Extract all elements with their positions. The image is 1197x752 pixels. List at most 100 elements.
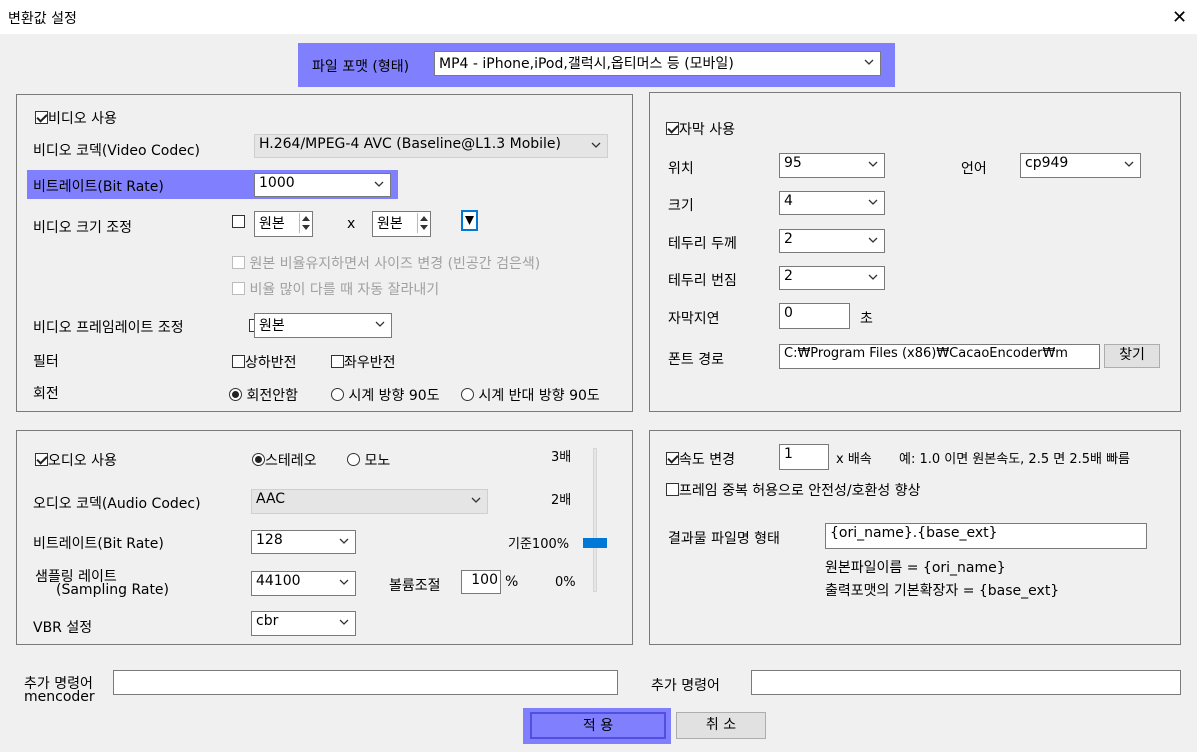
subtitle-delay-input[interactable]: 0 [779, 303, 850, 329]
vbr-value: cbr [256, 613, 279, 629]
video-codec-label: 비디오 코덱(Video Codec) [33, 143, 200, 159]
frame-dup-label: 프레임 중복 허용으로 안전성/호환성 향상 [679, 483, 921, 499]
checkbox-unchecked-icon [232, 355, 245, 368]
scale-100-label: 기준100% [508, 537, 570, 552]
frame-dup-checkbox[interactable]: 프레임 중복 허용으로 안전성/호환성 향상 [666, 480, 920, 500]
video-width-spinner[interactable]: 원본 [254, 211, 313, 237]
stereo-label: 스테레오 [265, 453, 317, 469]
chevron-down-icon [339, 579, 349, 585]
format-select[interactable]: MP4 - iPhone,iPod,갤럭시,옵티머스 등 (모바일) [434, 51, 881, 76]
mencoder-extra-input[interactable] [113, 670, 618, 695]
chevron-down-icon [868, 237, 878, 243]
volume-unit: % [505, 574, 519, 590]
keep-ratio-checkbox[interactable]: 원본 비율유지하면서 사이즈 변경 (빈공간 검은색) [232, 253, 540, 273]
video-codec-value: H.264/MPEG-4 AVC (Baseline@L1.3 Mobile) [259, 136, 561, 152]
audio-bitrate-label: 비트레이트(Bit Rate) [33, 536, 164, 552]
video-height-value: 원본 [377, 216, 403, 232]
subtitle-size-select[interactable]: 4 [779, 191, 885, 215]
sampling-select[interactable]: 44100 [251, 571, 356, 596]
close-icon[interactable]: ✕ [1162, 0, 1197, 34]
chevron-down-icon [339, 619, 349, 625]
speed-input[interactable]: 1 [779, 444, 829, 470]
scale-2x-label: 2배 [551, 493, 572, 508]
chevron-down-icon [471, 497, 481, 503]
audio-bitrate-select[interactable]: 128 [251, 530, 356, 554]
times-sign: x [347, 216, 356, 232]
cancel-button[interactable]: 취 소 [676, 712, 766, 739]
volume-slider-thumb[interactable] [583, 538, 607, 548]
spinner-arrows-icon[interactable] [299, 213, 311, 233]
subtitle-delay-unit: 초 [860, 311, 873, 327]
apply-button[interactable]: 적 용 [530, 712, 666, 739]
font-path-input[interactable]: C:₩Program Files (x86)₩CacaoEncoder₩m [779, 344, 1100, 369]
subtitle-use-checkbox[interactable]: 자막 사용 [666, 119, 735, 139]
video-use-label: 비디오 사용 [48, 111, 117, 127]
volume-input[interactable]: 100 [461, 570, 501, 594]
speed-use-checkbox[interactable]: 속도 변경 [666, 449, 735, 469]
subtitle-position-value: 95 [784, 155, 802, 171]
flip-vertical-checkbox[interactable]: 상하반전 [232, 352, 297, 372]
extra-cmd-input[interactable] [751, 670, 1181, 695]
auto-crop-label: 비율 많이 다를 때 자동 잘라내기 [249, 282, 440, 298]
browse-font-button[interactable]: 찾기 [1104, 344, 1160, 368]
subtitle-language-label: 언어 [961, 161, 987, 177]
subtitle-use-label: 자막 사용 [679, 122, 735, 138]
rotate-none-radio[interactable]: 회전안함 [229, 385, 298, 405]
audio-use-checkbox[interactable]: 오디오 사용 [35, 450, 117, 470]
vbr-label: VBR 설정 [33, 620, 93, 636]
framerate-value: 원본 [259, 318, 285, 334]
volume-label: 볼륨조절 [389, 578, 441, 594]
rotate-ccw-radio[interactable]: 시계 반대 방향 90도 [461, 385, 600, 405]
radio-selected-icon [229, 388, 242, 401]
subtitle-language-value: cp949 [1025, 155, 1069, 171]
scale-0-label: 0% [555, 575, 576, 590]
video-bitrate-label: 비트레이트(Bit Rate) [33, 179, 164, 195]
spinner-arrows-icon[interactable] [417, 213, 429, 233]
checkbox-checked-icon [666, 452, 679, 465]
window-title: 변환값 설정 [8, 11, 77, 27]
radio-unselected-icon [331, 388, 344, 401]
checkbox-checked-icon [666, 122, 679, 135]
framerate-select[interactable]: 원본 [254, 313, 392, 338]
checkbox-unchecked-icon [232, 256, 245, 269]
checkbox-unchecked-icon [232, 282, 245, 295]
video-bitrate-select[interactable]: 1000 [254, 173, 391, 197]
mono-radio[interactable]: 모노 [347, 450, 390, 470]
video-use-checkbox[interactable]: 비디오 사용 [35, 108, 117, 128]
radio-unselected-icon [347, 453, 360, 466]
output-name-label: 결과물 파일명 형태 [668, 531, 780, 547]
volume-slider-track[interactable] [593, 448, 597, 592]
scale-3x-label: 3배 [551, 450, 572, 465]
subtitle-position-label: 위치 [668, 161, 694, 177]
sampling-label-2: (Sampling Rate) [56, 582, 170, 598]
flip-horizontal-checkbox[interactable]: 좌우반전 [331, 352, 396, 372]
output-name-input[interactable]: {ori_name}.{base_ext} [825, 523, 1147, 549]
subtitle-language-select[interactable]: cp949 [1020, 153, 1141, 178]
keep-ratio-label: 원본 비율유지하면서 사이즈 변경 (빈공간 검은색) [249, 256, 541, 272]
border-width-label: 테두리 두께 [668, 236, 737, 252]
subtitle-delay-label: 자막지연 [668, 311, 720, 327]
rotate-ccw-label: 시계 반대 방향 90도 [478, 388, 600, 404]
checkbox-checked-icon [35, 453, 48, 466]
speed-unit-label: x 배속 [836, 452, 872, 467]
video-height-spinner[interactable]: 원본 [372, 211, 431, 237]
chevron-down-icon [864, 59, 874, 65]
checkbox-checked-icon [35, 111, 48, 124]
rotate-cw-radio[interactable]: 시계 방향 90도 [331, 385, 440, 405]
stereo-radio[interactable]: 스테레오 [252, 450, 317, 470]
video-width-value: 원본 [259, 216, 285, 232]
auto-crop-checkbox[interactable]: 비율 많이 다를 때 자동 잘라내기 [232, 279, 439, 299]
vbr-select[interactable]: cbr [251, 611, 356, 636]
video-resize-checkbox[interactable] [232, 215, 245, 228]
border-blur-value: 2 [784, 268, 793, 284]
subtitle-position-select[interactable]: 95 [779, 153, 885, 178]
border-width-select[interactable]: 2 [779, 229, 885, 253]
video-bitrate-value: 1000 [259, 175, 295, 191]
dropdown-arrow-button[interactable] [461, 210, 478, 231]
flip-vertical-label: 상하반전 [245, 355, 297, 371]
audio-codec-select[interactable]: AAC [251, 489, 488, 514]
video-codec-select[interactable]: H.264/MPEG-4 AVC (Baseline@L1.3 Mobile) [254, 134, 608, 158]
border-blur-select[interactable]: 2 [779, 266, 885, 290]
border-width-value: 2 [784, 231, 793, 247]
radio-unselected-icon [461, 388, 474, 401]
